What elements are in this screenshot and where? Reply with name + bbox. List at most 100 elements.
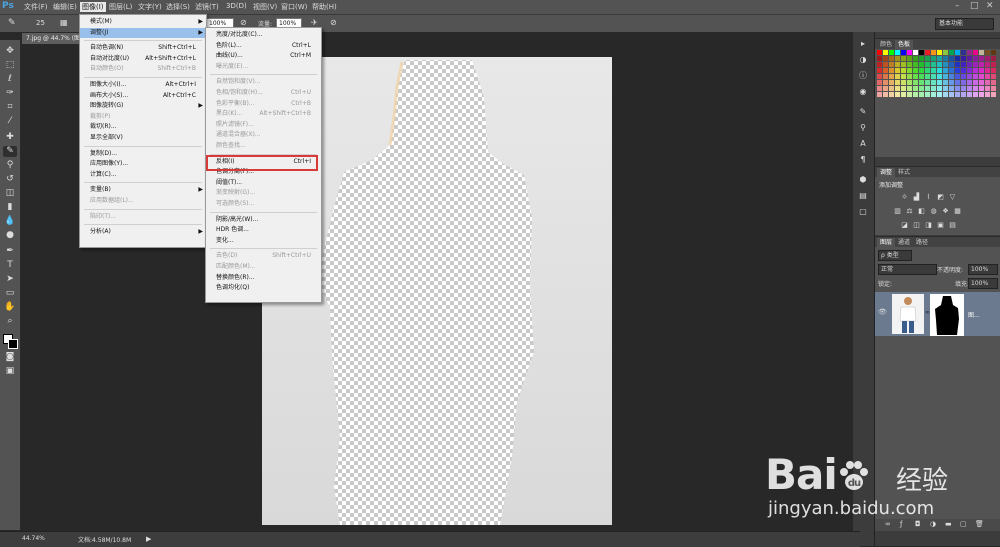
swatch[interactable]	[895, 62, 900, 67]
swatch[interactable]	[967, 92, 972, 97]
swatch[interactable]	[955, 62, 960, 67]
swatch[interactable]	[883, 56, 888, 61]
swatch[interactable]	[889, 74, 894, 79]
swatch[interactable]	[949, 86, 954, 91]
dodge-tool-icon[interactable]: ●	[3, 230, 17, 241]
menu-window[interactable]: 窗口(W)	[279, 2, 309, 12]
tab-color[interactable]: 颜色	[877, 40, 895, 49]
menu-file[interactable]: 文件(F)	[22, 2, 50, 12]
exposure-icon[interactable]: ◩	[936, 193, 945, 201]
swatch[interactable]	[901, 80, 906, 85]
shape-tool-icon[interactable]: ▭	[3, 288, 17, 299]
image-menu-item[interactable]: 模式(M) ▶	[80, 17, 206, 27]
swatch[interactable]	[991, 80, 996, 85]
healing-tool-icon[interactable]: ✚	[3, 132, 17, 143]
swatch[interactable]	[895, 68, 900, 73]
swatch[interactable]	[943, 80, 948, 85]
swatch[interactable]	[949, 50, 954, 55]
swatch[interactable]	[967, 80, 972, 85]
swatch-grid[interactable]	[877, 50, 998, 100]
new-layer-icon[interactable]: ▢	[960, 520, 967, 528]
swatch[interactable]	[955, 74, 960, 79]
swatch[interactable]	[907, 68, 912, 73]
swatch[interactable]	[979, 50, 984, 55]
black-white-icon[interactable]: ◧	[917, 207, 926, 215]
levels-icon[interactable]: ▟	[912, 193, 921, 201]
swatch[interactable]	[907, 80, 912, 85]
swatch[interactable]	[979, 62, 984, 67]
blur-tool-icon[interactable]: 💧	[3, 216, 17, 227]
swatch[interactable]	[967, 86, 972, 91]
swatch[interactable]	[913, 68, 918, 73]
airbrush-icon[interactable]: ✈	[311, 18, 318, 27]
threshold-icon[interactable]: ◨	[924, 221, 933, 229]
swatch[interactable]	[985, 56, 990, 61]
layer-filter-kind[interactable]: ρ 类型	[878, 250, 912, 261]
timeline-panel-icon[interactable]: ▤	[857, 190, 869, 201]
swatch[interactable]	[913, 56, 918, 61]
pressure-size-icon[interactable]: ⊘	[330, 18, 337, 27]
swatch[interactable]	[979, 56, 984, 61]
swatch[interactable]	[913, 86, 918, 91]
swatch[interactable]	[961, 62, 966, 67]
swatch[interactable]	[937, 68, 942, 73]
swatch[interactable]	[961, 74, 966, 79]
menu-image[interactable]: 图像(I)	[80, 2, 106, 12]
swatch[interactable]	[919, 80, 924, 85]
swatch[interactable]	[967, 56, 972, 61]
swatch[interactable]	[973, 56, 978, 61]
delete-layer-icon[interactable]: 🗑	[975, 520, 984, 528]
image-menu-item[interactable]: 调整(J) ▶	[80, 27, 206, 38]
menu-help[interactable]: 帮助(H)	[310, 2, 339, 12]
swatch[interactable]	[955, 56, 960, 61]
menu-layer[interactable]: 图层(L)	[107, 2, 134, 12]
swatch[interactable]	[967, 68, 972, 73]
swatch[interactable]	[931, 62, 936, 67]
swatch[interactable]	[931, 50, 936, 55]
swatch[interactable]	[937, 56, 942, 61]
eyedropper-tool-icon[interactable]: ⁄	[3, 116, 17, 127]
swatch[interactable]	[979, 92, 984, 97]
swatch[interactable]	[973, 62, 978, 67]
workspace-select[interactable]: 基本功能	[935, 18, 994, 30]
swatch[interactable]	[883, 80, 888, 85]
swatch[interactable]	[991, 50, 996, 55]
swatch[interactable]	[955, 92, 960, 97]
swatch[interactable]	[943, 74, 948, 79]
swatch[interactable]	[877, 92, 882, 97]
character-panel-icon[interactable]: A	[857, 138, 869, 149]
selective-color-icon[interactable]: ▣	[936, 221, 945, 229]
tab-swatches[interactable]: 色板	[895, 40, 914, 49]
swatch[interactable]	[985, 74, 990, 79]
swatch[interactable]	[943, 56, 948, 61]
tab-styles[interactable]: 样式	[895, 168, 913, 177]
image-menu-item[interactable]: 图像旋转(G) ▶	[80, 101, 206, 111]
swatch[interactable]	[967, 62, 972, 67]
swatch[interactable]	[961, 92, 966, 97]
eraser-tool-icon[interactable]: ◫	[3, 188, 17, 199]
swatch[interactable]	[943, 62, 948, 67]
swatch[interactable]	[949, 68, 954, 73]
swatch[interactable]	[961, 68, 966, 73]
menu-edit[interactable]: 编辑(E)	[51, 2, 79, 12]
swatch[interactable]	[901, 50, 906, 55]
maximize-icon[interactable]: □	[970, 1, 979, 11]
swatch[interactable]	[913, 50, 918, 55]
swatch[interactable]	[925, 68, 930, 73]
crop-tool-icon[interactable]: ⌗	[3, 102, 17, 113]
swatch[interactable]	[883, 62, 888, 67]
swatch[interactable]	[901, 74, 906, 79]
swatch[interactable]	[889, 68, 894, 73]
swatch[interactable]	[991, 92, 996, 97]
swatch[interactable]	[985, 50, 990, 55]
swatch[interactable]	[991, 86, 996, 91]
swatch[interactable]	[985, 80, 990, 85]
swatch[interactable]	[889, 62, 894, 67]
swatch[interactable]	[901, 68, 906, 73]
swatch[interactable]	[937, 74, 942, 79]
swatch[interactable]	[955, 86, 960, 91]
lasso-tool-icon[interactable]: ℓ	[3, 74, 17, 85]
image-menu-item[interactable]: 变量(B) ▶	[80, 185, 206, 195]
brush-panel-icon[interactable]: ▦	[60, 18, 68, 27]
visibility-eye-icon[interactable]: 👁	[878, 308, 887, 316]
